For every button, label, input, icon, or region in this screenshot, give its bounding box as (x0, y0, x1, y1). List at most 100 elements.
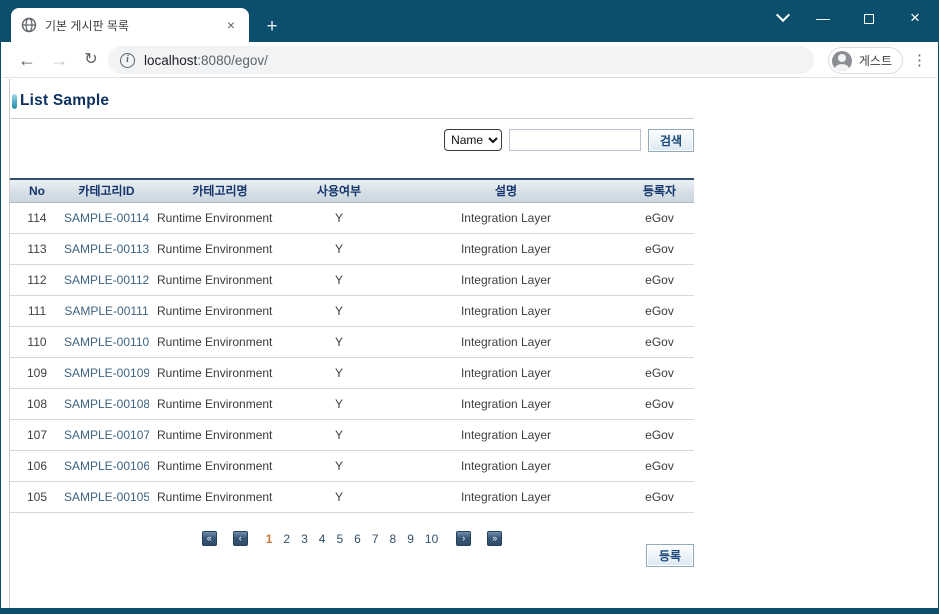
cell-desc: Integration Layer (387, 388, 625, 420)
cell-desc: Integration Layer (387, 357, 625, 389)
minimize-button[interactable]: — (800, 3, 846, 33)
cell-use: Y (291, 481, 387, 513)
reload-icon[interactable]: ↻ (78, 47, 104, 73)
cell-name: Runtime Environment (149, 326, 291, 358)
chevron-down-icon[interactable] (774, 6, 792, 24)
cell-no: 114 (10, 202, 64, 234)
cell-desc: Integration Layer (387, 295, 625, 327)
cell-name: Runtime Environment (149, 481, 291, 513)
cell-use: Y (291, 419, 387, 451)
table-row: 109 SAMPLE-00109 Runtime Environment Y Integ… (10, 357, 694, 389)
cell-id[interactable]: SAMPLE-00112 (64, 264, 149, 296)
cell-id[interactable]: SAMPLE-00110 (64, 326, 149, 358)
title-divider (10, 118, 694, 119)
cell-no: 111 (10, 295, 64, 327)
forward-icon: → (50, 50, 68, 70)
tab-title: 기본 게시판 목록 (45, 18, 129, 33)
address-bar[interactable]: i localhost:8080/egov/ (108, 46, 814, 74)
header-category-id: 카테고리ID (64, 179, 149, 203)
cell-id[interactable]: SAMPLE-00109 (64, 357, 149, 389)
browser-menu-icon[interactable]: ⋮ (912, 51, 927, 69)
cell-use: Y (291, 357, 387, 389)
cell-use: Y (291, 233, 387, 265)
close-button[interactable]: × (892, 3, 938, 33)
header-use-yn: 사용여부 (291, 179, 387, 203)
cell-name: Runtime Environment (149, 202, 291, 234)
header-category-name: 카테고리명 (149, 179, 291, 203)
maximize-button[interactable] (846, 3, 892, 33)
cell-id[interactable]: SAMPLE-00107 (64, 419, 149, 451)
cell-reg: eGov (625, 326, 694, 358)
cell-use: Y (291, 450, 387, 482)
search-row: Name 검색 (10, 129, 694, 153)
url-path: :8080/egov/ (197, 52, 268, 68)
avatar-icon (831, 50, 852, 71)
cell-desc: Integration Layer (387, 264, 625, 296)
cell-id[interactable]: SAMPLE-00108 (64, 388, 149, 420)
back-icon[interactable]: ← (14, 47, 40, 73)
profile-chip[interactable]: 게스트 (827, 47, 903, 74)
search-field-select[interactable]: Name (444, 129, 503, 151)
cell-id[interactable]: SAMPLE-00106 (64, 450, 149, 482)
cell-id[interactable]: SAMPLE-00113 (64, 233, 149, 265)
title-bullet-icon (12, 93, 17, 109)
table-row: 110 SAMPLE-00110 Runtime Environment Y Integ… (10, 326, 694, 358)
cell-desc: Integration Layer (387, 481, 625, 513)
table-row: 106 SAMPLE-00106 Runtime Environment Y Integ… (10, 450, 694, 482)
browser-toolbar: ← → ↻ i localhost:8080/egov/ 게스트 ⋮ (2, 42, 937, 78)
cell-reg: eGov (625, 233, 694, 265)
tab-strip: 기본 게시판 목록 × + — × (1, 0, 938, 42)
browser-tab[interactable]: 기본 게시판 목록 × (11, 8, 249, 42)
header-registrant: 등록자 (625, 179, 694, 203)
cell-reg: eGov (625, 481, 694, 513)
cell-use: Y (291, 202, 387, 234)
category-table: No 카테고리ID 카테고리명 사용여부 설명 등록자 114 SAMPLE-00… (10, 178, 694, 513)
cell-name: Runtime Environment (149, 264, 291, 296)
page-content: List Sample Name 검색 No 카테고리ID 카테고리명 사용여부 (2, 79, 937, 608)
cell-reg: eGov (625, 419, 694, 451)
cell-desc: Integration Layer (387, 419, 625, 451)
cell-no: 112 (10, 264, 64, 296)
cell-reg: eGov (625, 264, 694, 296)
table-row: 105 SAMPLE-00105 Runtime Environment Y Integ… (10, 481, 694, 513)
tab-close-icon[interactable]: × (223, 17, 239, 33)
table-row: 113 SAMPLE-00113 Runtime Environment Y Integ… (10, 233, 694, 265)
cell-desc: Integration Layer (387, 450, 625, 482)
cell-name: Runtime Environment (149, 388, 291, 420)
search-input[interactable] (508, 129, 641, 151)
cell-id[interactable]: SAMPLE-00111 (64, 295, 149, 327)
cell-no: 108 (10, 388, 64, 420)
table-row: 108 SAMPLE-00108 Runtime Environment Y Integ… (10, 388, 694, 420)
cell-no: 113 (10, 233, 64, 265)
cell-reg: eGov (625, 388, 694, 420)
header-description: 설명 (387, 179, 625, 203)
register-button[interactable]: 등록 (646, 544, 694, 567)
cell-name: Runtime Environment (149, 357, 291, 389)
cell-no: 110 (10, 326, 64, 358)
cell-id[interactable]: SAMPLE-00114 (64, 202, 149, 234)
window-controls: — × (800, 2, 938, 34)
header-no: No (10, 179, 64, 203)
cell-name: Runtime Environment (149, 295, 291, 327)
url-text[interactable]: localhost:8080/egov/ (144, 53, 268, 68)
cell-no: 107 (10, 419, 64, 451)
cell-no: 109 (10, 357, 64, 389)
table-row: 107 SAMPLE-00107 Runtime Environment Y Integ… (10, 419, 694, 451)
info-icon[interactable]: i (120, 52, 135, 68)
url-host: localhost (144, 52, 198, 68)
maximize-icon (864, 14, 874, 25)
register-row: 등록 (10, 544, 694, 567)
cell-name: Runtime Environment (149, 233, 291, 265)
search-button[interactable]: 검색 (648, 129, 694, 152)
cell-use: Y (291, 388, 387, 420)
table-body: 114 SAMPLE-00114 Runtime Environment Y Integ… (10, 202, 694, 513)
table-row: 112 SAMPLE-00112 Runtime Environment Y Integ… (10, 264, 694, 296)
new-tab-button[interactable]: + (262, 17, 282, 37)
cell-no: 106 (10, 450, 64, 482)
cell-desc: Integration Layer (387, 326, 625, 358)
cell-id[interactable]: SAMPLE-00105 (64, 481, 149, 513)
page-title: List Sample (12, 92, 109, 110)
table-header: No 카테고리ID 카테고리명 사용여부 설명 등록자 (10, 179, 694, 203)
table-row: 114 SAMPLE-00114 Runtime Environment Y Integ… (10, 202, 694, 234)
cell-use: Y (291, 326, 387, 358)
